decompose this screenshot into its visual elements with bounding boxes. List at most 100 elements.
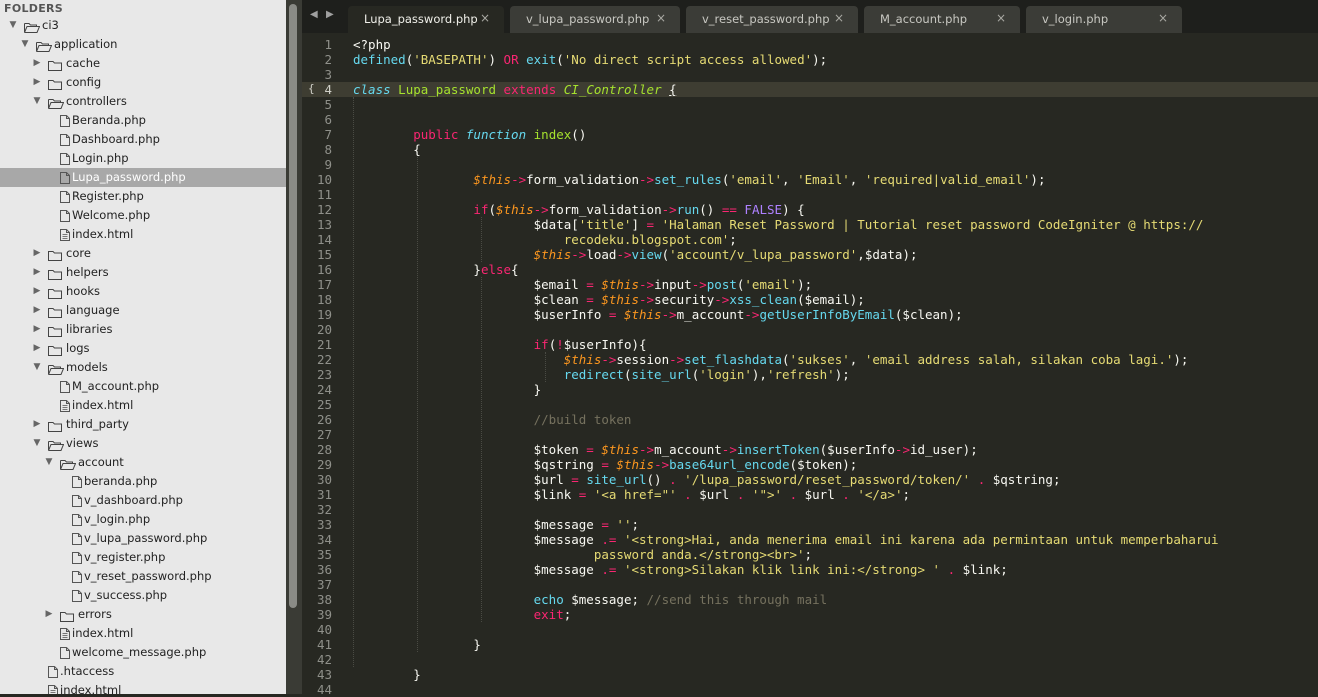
code-line[interactable]: //build token: [353, 412, 632, 427]
code-token: view: [631, 247, 662, 262]
tree-file[interactable]: Lupa_password.php: [0, 168, 286, 187]
close-icon[interactable]: ×: [656, 11, 666, 25]
disclosure-open-icon[interactable]: ▼: [20, 35, 30, 54]
tree-file[interactable]: index.html: [0, 681, 286, 694]
disclosure-open-icon[interactable]: ▼: [32, 358, 42, 377]
tree-file[interactable]: index.html: [0, 225, 286, 244]
tree-file[interactable]: Login.php: [0, 149, 286, 168]
sidebar-scrollbar-thumb[interactable]: [289, 4, 297, 608]
tree-folder[interactable]: ▶ third_party: [0, 415, 286, 434]
tab-v-login-php[interactable]: v_login.php ×: [1026, 6, 1182, 33]
code-line[interactable]: defined('BASEPATH') OR exit('No direct s…: [353, 52, 827, 67]
disclosure-closed-icon[interactable]: ▶: [32, 244, 42, 263]
tree-folder[interactable]: ▶ errors: [0, 605, 286, 624]
tree-folder[interactable]: ▶ logs: [0, 339, 286, 358]
close-icon[interactable]: ×: [480, 11, 490, 25]
tree-file[interactable]: v_login.php: [0, 510, 286, 529]
tree-folder[interactable]: ▶ language: [0, 301, 286, 320]
tree-folder[interactable]: ▶ core: [0, 244, 286, 263]
disclosure-open-icon[interactable]: ▼: [8, 16, 18, 35]
tab-lupa-password-php[interactable]: Lupa_password.php ×: [348, 6, 504, 33]
disclosure-closed-icon[interactable]: ▶: [32, 73, 42, 92]
code-line[interactable]: $url = site_url() . '/lupa_password/rese…: [353, 472, 1061, 487]
code-line[interactable]: <?php: [353, 37, 391, 52]
code-line[interactable]: public function index(): [353, 127, 586, 142]
disclosure-closed-icon[interactable]: ▶: [32, 301, 42, 320]
tree-file[interactable]: v_success.php: [0, 586, 286, 605]
tree-folder[interactable]: ▼ models: [0, 358, 286, 377]
tree-folder[interactable]: ▼ controllers: [0, 92, 286, 111]
tree-file[interactable]: beranda.php: [0, 472, 286, 491]
code-line[interactable]: redirect(site_url('login'),'refresh');: [353, 367, 850, 382]
code-line[interactable]: $message .= '<strong>Hai, anda menerima …: [353, 532, 1219, 547]
tree-folder[interactable]: ▶ config: [0, 73, 286, 92]
tree-file[interactable]: index.html: [0, 396, 286, 415]
code-line[interactable]: $message .= '<strong>Silakan klik link i…: [353, 562, 1008, 577]
tree-file[interactable]: .htaccess: [0, 662, 286, 681]
tree-file[interactable]: v_reset_password.php: [0, 567, 286, 586]
tree-file[interactable]: welcome_message.php: [0, 643, 286, 662]
code-editor[interactable]: {1 2 3 4 5 6 7 8 9 10 11 12 13 14 15 16 17 18 19 20 21 22 23 24…: [302, 33, 1318, 697]
close-icon[interactable]: ×: [834, 11, 844, 25]
code-line[interactable]: password anda.</strong><br>';: [353, 547, 812, 562]
tree-folder[interactable]: ▼ ci3: [0, 16, 286, 35]
code-line[interactable]: if($this->form_validation->run() == FALS…: [353, 202, 804, 217]
disclosure-closed-icon[interactable]: ▶: [32, 263, 42, 282]
tree-file[interactable]: v_dashboard.php: [0, 491, 286, 510]
tab-v-reset-password-php[interactable]: v_reset_password.php ×: [686, 6, 858, 33]
code-line[interactable]: $this->load->view('account/v_lupa_passwo…: [353, 247, 918, 262]
code-line[interactable]: }else{: [353, 262, 518, 277]
disclosure-closed-icon[interactable]: ▶: [32, 320, 42, 339]
code-line[interactable]: $this->session->set_flashdata('sukses', …: [353, 352, 1189, 367]
code-line[interactable]: $clean = $this->security->xss_clean($ema…: [353, 292, 865, 307]
tree-file[interactable]: v_lupa_password.php: [0, 529, 286, 548]
code-line[interactable]: exit;: [353, 607, 572, 622]
close-icon[interactable]: ×: [996, 11, 1006, 25]
code-line[interactable]: }: [353, 382, 542, 397]
tab-scroll-right-icon[interactable]: ▶: [326, 9, 334, 20]
code-line[interactable]: class Lupa_password extends CI_Controlle…: [353, 82, 677, 97]
code-line[interactable]: $message = '';: [353, 517, 639, 532]
tree-file[interactable]: Beranda.php: [0, 111, 286, 130]
disclosure-closed-icon[interactable]: ▶: [32, 54, 42, 73]
tree-item-label: index.html: [72, 626, 134, 640]
code-line[interactable]: echo $message; //send this through mail: [353, 592, 828, 607]
tree-item-label: Welcome.php: [72, 208, 151, 222]
tree-file[interactable]: Dashboard.php: [0, 130, 286, 149]
disclosure-closed-icon[interactable]: ▶: [44, 605, 54, 624]
tree-folder[interactable]: ▶ hooks: [0, 282, 286, 301]
code-line[interactable]: $userInfo = $this->m_account->getUserInf…: [353, 307, 963, 322]
disclosure-open-icon[interactable]: ▼: [44, 453, 54, 472]
tree-folder[interactable]: ▶ helpers: [0, 263, 286, 282]
tree-file[interactable]: v_register.php: [0, 548, 286, 567]
tab-scroll-left-icon[interactable]: ◀: [310, 9, 318, 20]
tab-m-account-php[interactable]: M_account.php ×: [864, 6, 1020, 33]
code-line[interactable]: $token = $this->m_account->insertToken($…: [353, 442, 978, 457]
disclosure-closed-icon[interactable]: ▶: [32, 282, 42, 301]
disclosure-open-icon[interactable]: ▼: [32, 92, 42, 111]
code-line[interactable]: }: [353, 667, 421, 682]
code-line[interactable]: if(!$userInfo){: [353, 337, 647, 352]
code-line[interactable]: $email = $this->input->post('email');: [353, 277, 813, 292]
tab-v-lupa-password-php[interactable]: v_lupa_password.php ×: [510, 6, 680, 33]
tree-file[interactable]: Register.php: [0, 187, 286, 206]
tree-folder[interactable]: ▶ cache: [0, 54, 286, 73]
code-line[interactable]: recodeku.blogspot.com';: [353, 232, 737, 247]
tree-file[interactable]: Welcome.php: [0, 206, 286, 225]
disclosure-open-icon[interactable]: ▼: [32, 434, 42, 453]
tree-file[interactable]: M_account.php: [0, 377, 286, 396]
code-line[interactable]: $qstring = $this->base64url_encode($toke…: [353, 457, 858, 472]
disclosure-closed-icon[interactable]: ▶: [32, 415, 42, 434]
line-number: 13: [316, 217, 332, 232]
tree-folder[interactable]: ▼ application: [0, 35, 286, 54]
code-line[interactable]: {: [353, 142, 421, 157]
code-token: {: [353, 142, 421, 157]
close-icon[interactable]: ×: [1158, 11, 1168, 25]
tree-folder[interactable]: ▶ libraries: [0, 320, 286, 339]
tree-folder[interactable]: ▼ views: [0, 434, 286, 453]
tree-folder[interactable]: ▼ account: [0, 453, 286, 472]
code-line[interactable]: $link = '<a href="' . $url . '">' . $url…: [353, 487, 910, 502]
tree-file[interactable]: index.html: [0, 624, 286, 643]
code-line[interactable]: $this->form_validation->set_rules('email…: [353, 172, 1045, 187]
disclosure-closed-icon[interactable]: ▶: [32, 339, 42, 358]
